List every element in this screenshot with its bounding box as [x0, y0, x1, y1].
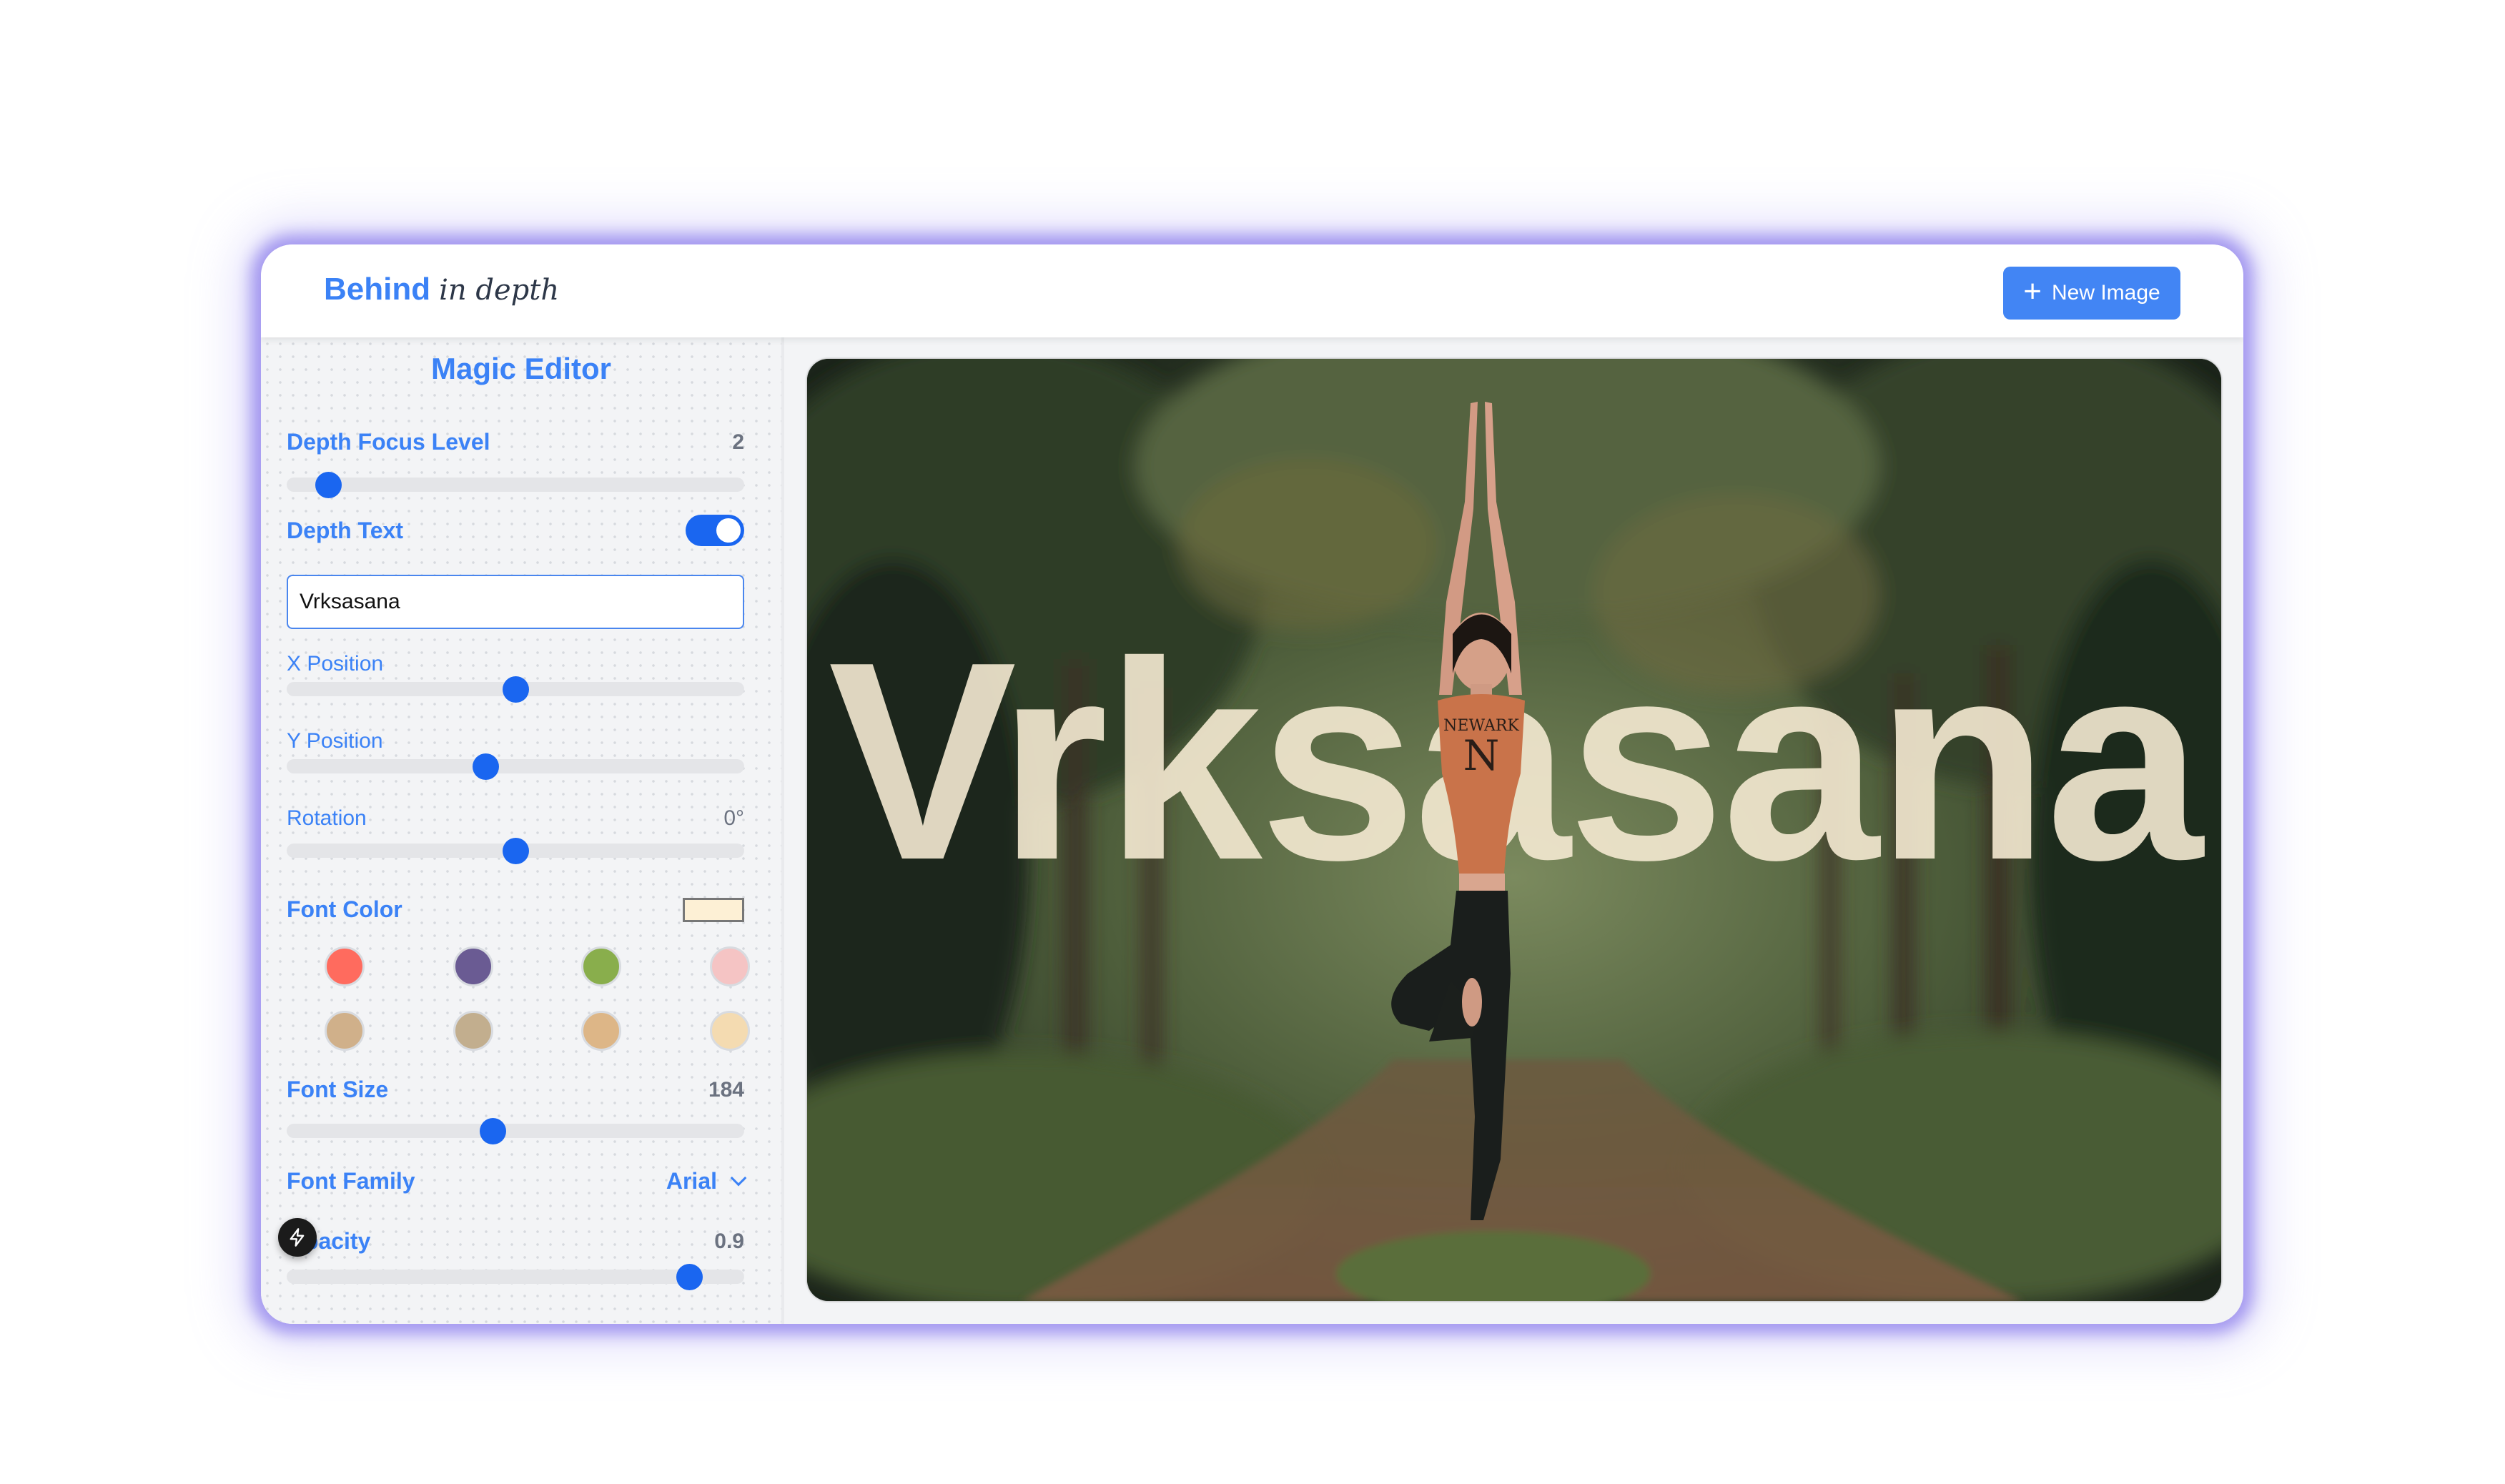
color-swatch[interactable] — [581, 946, 621, 986]
new-image-button[interactable]: + New Image — [2003, 267, 2180, 320]
logo: Behind in depth — [324, 272, 559, 307]
chevron-down-icon — [730, 1169, 747, 1186]
rotation-row: Rotation 0° — [287, 806, 744, 831]
y-position-slider[interactable] — [287, 753, 744, 780]
depth-focus-label: Depth Focus Level — [287, 429, 490, 455]
logo-main-text: Behind — [324, 272, 431, 307]
depth-focus-row: Depth Focus Level 2 — [287, 429, 744, 455]
new-image-label: New Image — [2051, 281, 2160, 305]
opacity-value: 0.9 — [714, 1229, 744, 1253]
quick-action-button[interactable] — [278, 1218, 317, 1257]
rotation-label: Rotation — [287, 806, 367, 830]
rotation-slider[interactable] — [287, 838, 744, 864]
slider-thumb[interactable] — [503, 838, 529, 864]
font-size-slider[interactable] — [287, 1118, 744, 1144]
editor-card: Behind in depth + New Image Magic Editor… — [261, 244, 2243, 1324]
logo-sub-text: in depth — [439, 274, 560, 307]
lightning-icon — [290, 1228, 305, 1247]
font-size-row: Font Size 184 — [287, 1077, 744, 1103]
font-family-label: Font Family — [287, 1168, 415, 1194]
plus-icon: + — [2023, 274, 2042, 309]
slider-thumb[interactable] — [315, 472, 342, 498]
font-size-label: Font Size — [287, 1077, 389, 1102]
color-swatch[interactable] — [710, 946, 750, 986]
depth-text-label: Depth Text — [287, 517, 403, 543]
font-color-row: Font Color — [287, 896, 744, 923]
panel-title: Magic Editor — [430, 352, 612, 385]
slider-thumb[interactable] — [480, 1118, 506, 1144]
font-color-label: Font Color — [287, 896, 402, 922]
color-swatch[interactable] — [325, 1011, 365, 1051]
font-color-preview[interactable] — [683, 897, 744, 922]
depth-text-toggle[interactable] — [686, 515, 744, 546]
opacity-slider[interactable] — [287, 1264, 744, 1290]
x-position-label: X Position — [287, 652, 384, 676]
color-swatch[interactable] — [325, 946, 365, 986]
depth-focus-value: 2 — [732, 430, 744, 454]
color-swatch[interactable] — [581, 1011, 621, 1051]
color-swatch[interactable] — [453, 946, 493, 986]
x-position-slider[interactable] — [287, 676, 744, 703]
font-family-value: Arial — [666, 1168, 717, 1194]
color-swatch[interactable] — [453, 1011, 493, 1051]
opacity-row: Opacity 0.9 — [287, 1228, 744, 1255]
x-position-row: X Position — [287, 652, 744, 676]
image-canvas[interactable]: Vrksasana NEWARK N — [807, 359, 2221, 1301]
magic-editor-panel: Magic Editor Depth Focus Level 2 Depth T… — [261, 337, 784, 1324]
y-position-label: Y Position — [287, 729, 383, 753]
slider-thumb[interactable] — [503, 676, 529, 703]
depth-text-row: Depth Text — [287, 515, 744, 546]
slider-thumb[interactable] — [676, 1264, 703, 1290]
depth-text-overlay[interactable]: Vrksasana — [807, 620, 2221, 902]
font-family-row: Font Family Arial — [287, 1168, 747, 1194]
font-family-select[interactable]: Arial — [666, 1168, 747, 1194]
depth-text-input[interactable] — [287, 575, 744, 629]
slider-thumb[interactable] — [473, 753, 500, 780]
y-position-row: Y Position — [287, 729, 744, 753]
rotation-value: 0° — [723, 806, 744, 830]
app-header: Behind in depth + New Image — [261, 244, 2243, 337]
font-size-value: 184 — [708, 1077, 744, 1102]
color-swatch[interactable] — [710, 1011, 750, 1051]
toggle-knob — [716, 518, 741, 543]
depth-focus-slider[interactable] — [287, 472, 744, 498]
